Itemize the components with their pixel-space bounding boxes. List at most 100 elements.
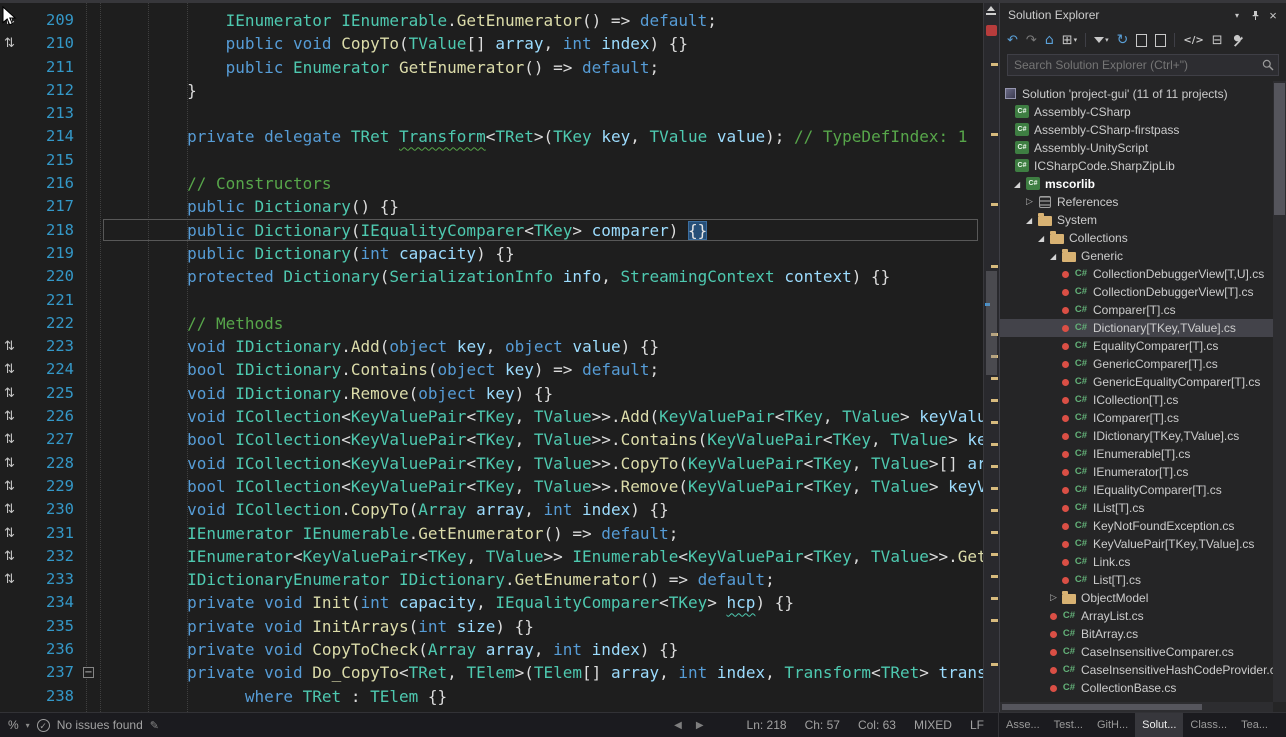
- tree-item[interactable]: C#BitArray.cs: [1000, 625, 1273, 643]
- line-number[interactable]: 227: [24, 428, 74, 451]
- line-number[interactable]: 236: [24, 638, 74, 661]
- scrollbar-thumb[interactable]: [1274, 83, 1285, 215]
- code-line-235[interactable]: 235 private void InitArrays(int size) {}: [0, 615, 983, 638]
- line-number[interactable]: 220: [24, 265, 74, 288]
- code-line-214[interactable]: 214 private delegate TRet Transform<TRet…: [0, 125, 983, 148]
- reference-indicator-icon[interactable]: ⇅: [4, 568, 15, 591]
- code-line-225[interactable]: ⇅225 void IDictionary.Remove(object key)…: [0, 382, 983, 405]
- panel-vertical-scrollbar[interactable]: [1273, 81, 1286, 702]
- forward-icon[interactable]: ↷: [1026, 34, 1037, 47]
- code-editor[interactable]: ⇅209 IEnumerator IEnumerable.GetEnumerat…: [0, 3, 983, 712]
- tree-item[interactable]: ◢Collections: [1000, 229, 1273, 247]
- code-line-212[interactable]: 212 }: [0, 79, 983, 102]
- line-number[interactable]: 211: [24, 56, 74, 79]
- line-number[interactable]: 237: [24, 661, 74, 684]
- reference-indicator-icon[interactable]: ⇅: [4, 498, 15, 521]
- tree-item[interactable]: ◢C#mscorlib: [1000, 175, 1273, 193]
- tree-item[interactable]: ◢Generic: [1000, 247, 1273, 265]
- line-number[interactable]: 225: [24, 382, 74, 405]
- back-icon[interactable]: ↶: [1007, 34, 1018, 47]
- column-indicator[interactable]: Col: 63: [858, 718, 896, 732]
- code-line-216[interactable]: 216 // Constructors: [0, 172, 983, 195]
- line-number[interactable]: 226: [24, 405, 74, 428]
- zoom-caret-icon[interactable]: ▾: [26, 721, 30, 730]
- code-line-229[interactable]: ⇅229 bool ICollection<KeyValuePair<TKey,…: [0, 475, 983, 498]
- code-line-217[interactable]: 217 public Dictionary() {}: [0, 195, 983, 218]
- tree-item[interactable]: C#IEnumerator[T].cs: [1000, 463, 1273, 481]
- line-number[interactable]: 232: [24, 545, 74, 568]
- code-line-232[interactable]: ⇅232 IEnumerator<KeyValuePair<TKey, TVal…: [0, 545, 983, 568]
- tab-solution-explorer[interactable]: Solut...: [1135, 713, 1183, 737]
- tab-assembly[interactable]: Asse...: [999, 713, 1047, 737]
- reference-indicator-icon[interactable]: ⇅: [4, 545, 15, 568]
- search-input[interactable]: [1008, 58, 1258, 72]
- code-line-226[interactable]: ⇅226 void ICollection<KeyValuePair<TKey,…: [0, 405, 983, 428]
- line-number[interactable]: 224: [24, 358, 74, 381]
- code-line-234[interactable]: 234 private void Init(int capacity, IEqu…: [0, 591, 983, 614]
- code-line-228[interactable]: ⇅228 void ICollection<KeyValuePair<TKey,…: [0, 452, 983, 475]
- tree-item[interactable]: C#ICollection[T].cs: [1000, 391, 1273, 409]
- line-number[interactable]: 231: [24, 522, 74, 545]
- tree-item[interactable]: C#Dictionary[TKey,TValue].cs: [1000, 319, 1273, 337]
- tree-item[interactable]: C#CollectionDebuggerView[T].cs: [1000, 283, 1273, 301]
- tree-item[interactable]: ▷References: [1000, 193, 1273, 211]
- scrollbar-thumb[interactable]: [986, 271, 997, 375]
- code-line-210[interactable]: ⇅210 public void CopyTo(TValue[] array, …: [0, 32, 983, 55]
- line-number[interactable]: 212: [24, 79, 74, 102]
- reference-indicator-icon[interactable]: ⇅: [4, 32, 15, 55]
- code-line-218[interactable]: 218 public Dictionary(IEqualityComparer<…: [0, 219, 983, 242]
- code-line-224[interactable]: ⇅224 bool IDictionary.Contains(object ke…: [0, 358, 983, 381]
- tree-item[interactable]: C#GenericEqualityComparer[T].cs: [1000, 373, 1273, 391]
- code-line-209[interactable]: ⇅209 IEnumerator IEnumerable.GetEnumerat…: [0, 9, 983, 32]
- tree-item[interactable]: C#IEqualityComparer[T].cs: [1000, 481, 1273, 499]
- tree-item[interactable]: C#ArrayList.cs: [1000, 607, 1273, 625]
- line-number[interactable]: 217: [24, 195, 74, 218]
- collapse-arrow-icon[interactable]: ◢: [1026, 216, 1037, 225]
- window-position-icon[interactable]: ▾: [1228, 6, 1246, 24]
- tree-item[interactable]: C#IComparer[T].cs: [1000, 409, 1273, 427]
- refresh-icon[interactable]: ↻: [1117, 34, 1129, 47]
- line-number[interactable]: 215: [24, 149, 74, 172]
- code-line-211[interactable]: 211 public Enumerator GetEnumerator() =>…: [0, 56, 983, 79]
- split-grip-icon[interactable]: [986, 13, 996, 15]
- tree-item[interactable]: ◢System: [1000, 211, 1273, 229]
- line-number[interactable]: 213: [24, 102, 74, 125]
- line-number[interactable]: 229: [24, 475, 74, 498]
- line-number[interactable]: 230: [24, 498, 74, 521]
- code-line-237[interactable]: 237− private void Do_CopyTo<TRet, TElem>…: [0, 661, 983, 684]
- tree-item[interactable]: ▷ObjectModel: [1000, 589, 1273, 607]
- code-line-213[interactable]: 213: [0, 102, 983, 125]
- home-icon[interactable]: ⌂: [1045, 34, 1054, 47]
- line-ending-indicator[interactable]: LF: [970, 718, 984, 732]
- search-icon[interactable]: [1258, 59, 1278, 71]
- line-number[interactable]: 238: [24, 685, 74, 708]
- tree-item[interactable]: C#Assembly-UnityScript: [1000, 139, 1273, 157]
- code-line-221[interactable]: 221: [0, 289, 983, 312]
- tree-item[interactable]: C#KeyNotFoundException.cs: [1000, 517, 1273, 535]
- panel-horizontal-scrollbar[interactable]: [1000, 702, 1273, 712]
- filter-icon[interactable]: ▾: [1094, 34, 1109, 47]
- tree-item[interactable]: C#CollectionBase.cs: [1000, 679, 1273, 697]
- line-number[interactable]: 228: [24, 452, 74, 475]
- tab-test-explorer[interactable]: Test...: [1047, 713, 1090, 737]
- collapse-arrow-icon[interactable]: ◢: [1050, 252, 1061, 261]
- line-number[interactable]: 222: [24, 312, 74, 335]
- pin-icon[interactable]: [1246, 6, 1264, 24]
- line-number[interactable]: 233: [24, 568, 74, 591]
- code-line-236[interactable]: 236 private void CopyToCheck(Array array…: [0, 638, 983, 661]
- code-line-215[interactable]: 215: [0, 149, 983, 172]
- line-indicator[interactable]: Ln: 218: [747, 718, 787, 732]
- issues-status[interactable]: No issues found: [57, 718, 143, 732]
- line-number[interactable]: 216: [24, 172, 74, 195]
- code-line-239[interactable]: 239 private static KeyValuePair<TKey, TV…: [0, 708, 983, 712]
- line-number[interactable]: 218: [24, 219, 74, 242]
- reference-indicator-icon[interactable]: ⇅: [4, 335, 15, 358]
- tree-item[interactable]: C#IDictionary[TKey,TValue].cs: [1000, 427, 1273, 445]
- collapse-arrow-icon[interactable]: ◢: [1014, 180, 1025, 189]
- line-number[interactable]: 209: [24, 9, 74, 32]
- code-line-238[interactable]: 238 where TRet : TElem {}: [0, 685, 983, 708]
- code-line-223[interactable]: ⇅223 void IDictionary.Add(object key, ob…: [0, 335, 983, 358]
- line-number[interactable]: 219: [24, 242, 74, 265]
- reference-indicator-icon[interactable]: ⇅: [4, 382, 15, 405]
- collapse-arrow-icon[interactable]: ◢: [1038, 234, 1049, 243]
